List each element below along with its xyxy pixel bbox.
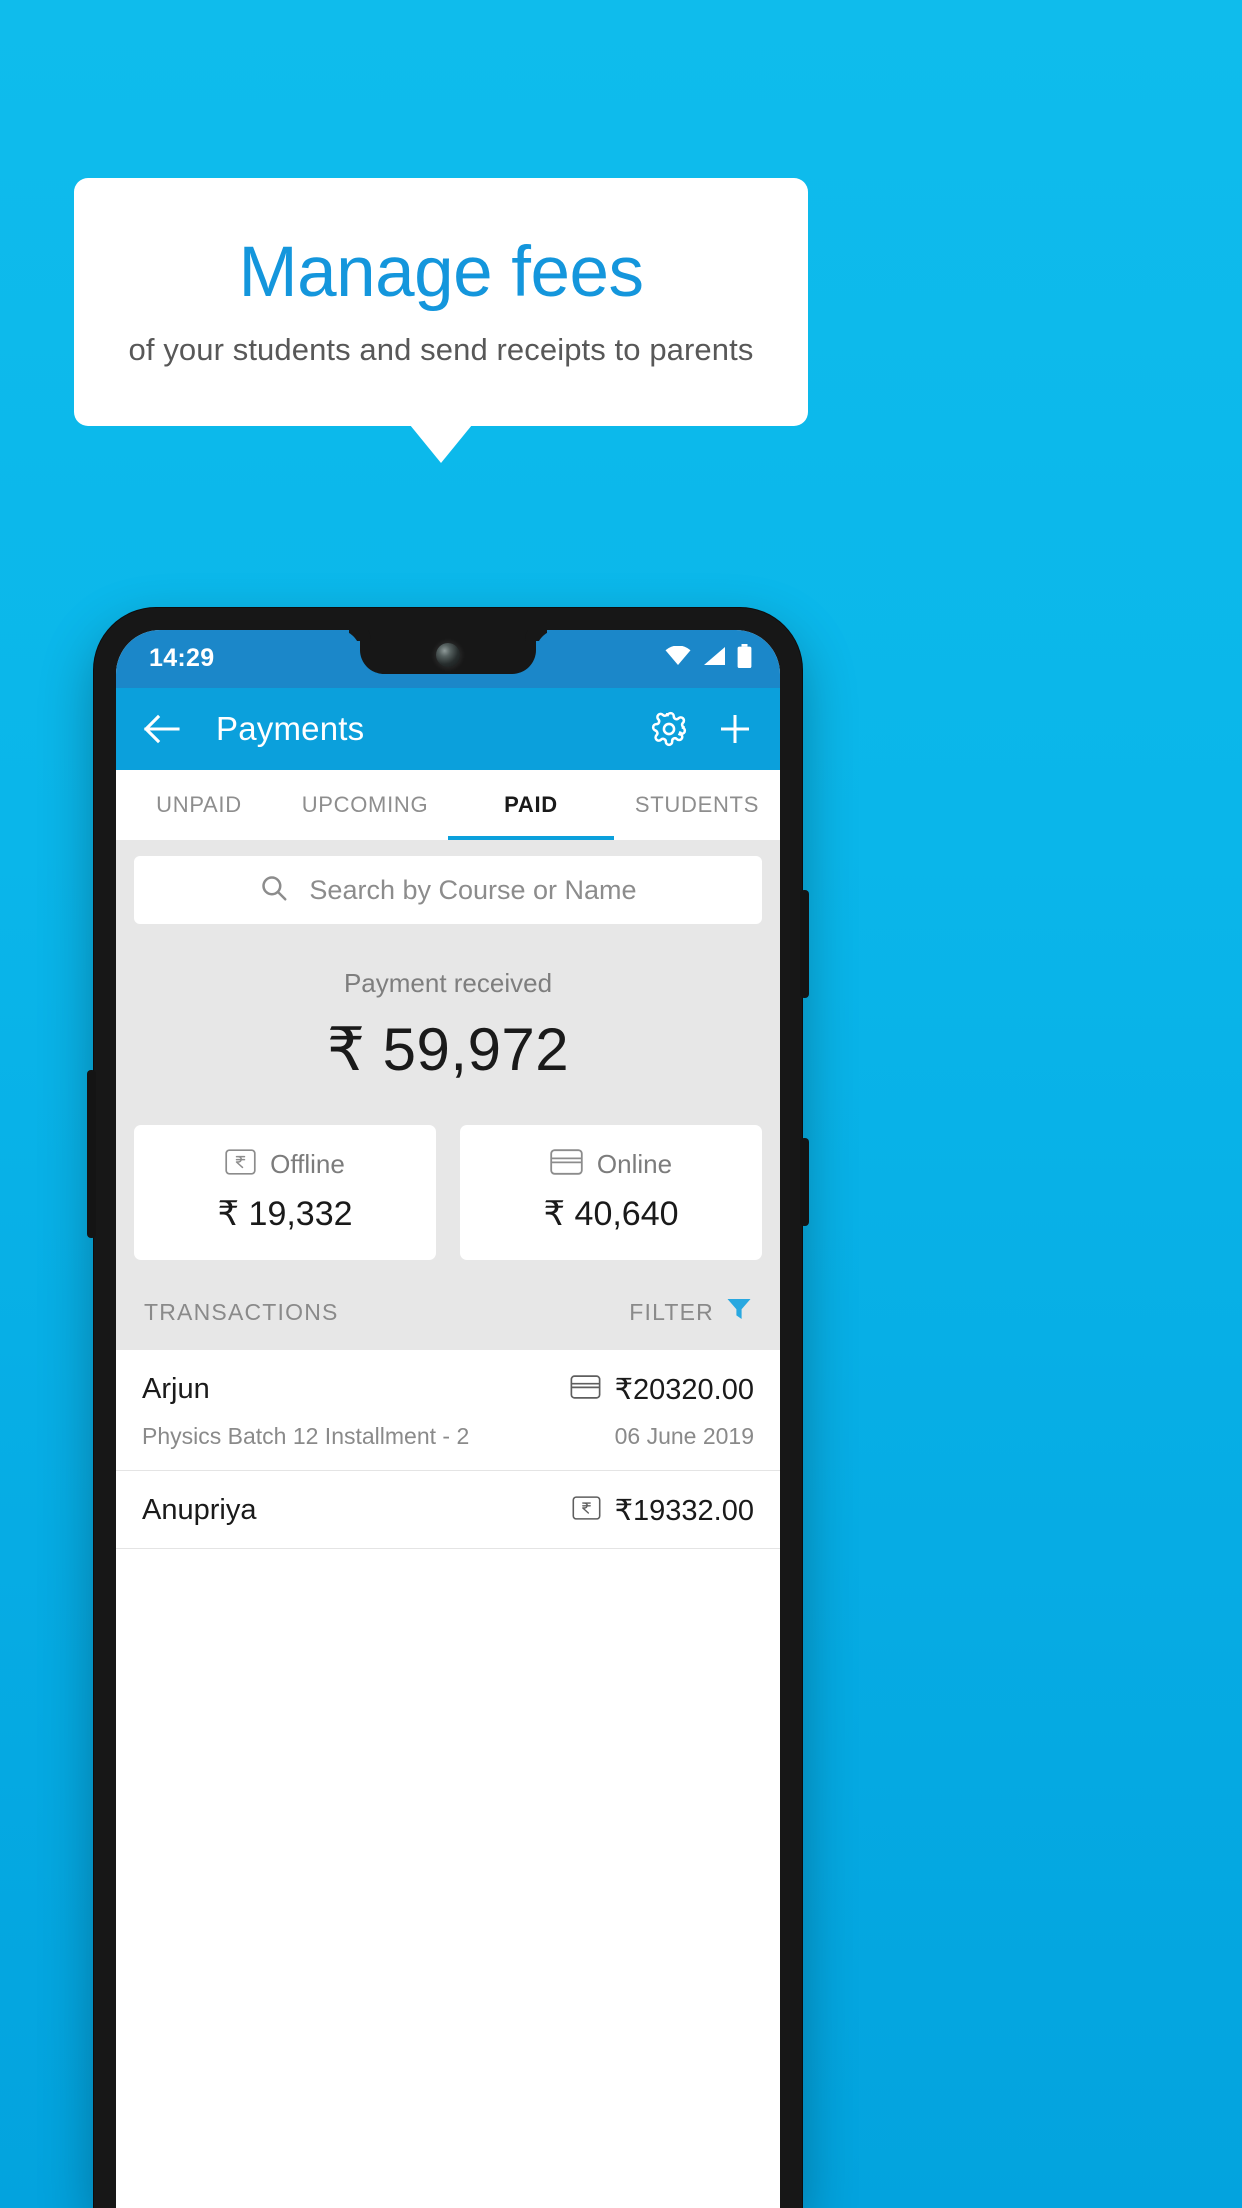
- transaction-primary-line: Anupriya ₹19332.00: [142, 1493, 754, 1528]
- payment-breakdown: Offline ₹ 19,332 Online ₹ 40,640: [116, 1085, 780, 1260]
- tab-label: UPCOMING: [301, 792, 429, 817]
- transactions-list: Arjun ₹20320.00 Physics Batch 12 Install…: [116, 1350, 780, 1549]
- status-bar: 14:29: [116, 630, 780, 688]
- offline-card[interactable]: Offline ₹ 19,332: [134, 1125, 436, 1260]
- page-subtitle: of your students and send receipts to pa…: [128, 332, 754, 368]
- tab-unpaid[interactable]: UNPAID: [116, 770, 282, 840]
- payment-received-amount: ₹ 59,972: [326, 1016, 570, 1083]
- payment-summary: Payment received ₹ 59,972: [116, 924, 780, 1085]
- transaction-amount-group: ₹19332.00: [572, 1493, 754, 1528]
- online-card[interactable]: Online ₹ 40,640: [460, 1125, 762, 1260]
- transaction-secondary-line: Physics Batch 12 Installment - 2 06 June…: [142, 1423, 754, 1450]
- phone-volume-up-button[interactable]: [800, 1138, 809, 1226]
- transactions-header: TRANSACTIONS FILTER: [116, 1260, 780, 1350]
- status-icons: [665, 644, 752, 673]
- funnel-icon: [726, 1296, 752, 1328]
- online-card-header: Online: [460, 1149, 762, 1180]
- wifi-icon: [665, 645, 691, 671]
- transaction-name: Anupriya: [142, 1494, 257, 1526]
- tab-bar: UNPAID UPCOMING PAID STUDENTS: [116, 770, 780, 840]
- app-content: Search by Course or Name Payment receive…: [116, 840, 780, 1549]
- transaction-amount: ₹20320.00: [614, 1374, 754, 1406]
- tab-label: STUDENTS: [634, 792, 760, 817]
- search-icon: [259, 873, 289, 908]
- tab-label: UNPAID: [156, 792, 242, 817]
- search-placeholder: Search by Course or Name: [309, 874, 637, 905]
- table-row[interactable]: Arjun ₹20320.00 Physics Batch 12 Install…: [116, 1350, 780, 1471]
- transaction-description: Physics Batch 12 Installment - 2: [142, 1423, 470, 1449]
- search-section: Search by Course or Name: [116, 840, 780, 924]
- back-button[interactable]: [142, 713, 180, 745]
- offline-amount: ₹ 19,332: [217, 1195, 353, 1233]
- page-title: Manage fees: [238, 232, 644, 312]
- plus-icon[interactable]: [716, 710, 754, 748]
- battery-icon: [737, 644, 752, 673]
- phone-notch: [360, 630, 536, 674]
- tab-label: PAID: [504, 792, 558, 817]
- phone-volume-down-button[interactable]: [87, 1070, 96, 1238]
- transaction-date: 06 June 2019: [614, 1423, 754, 1449]
- table-row[interactable]: Anupriya ₹19332.00: [116, 1471, 780, 1549]
- tab-students[interactable]: STUDENTS: [614, 770, 780, 840]
- rupee-note-icon: [572, 1496, 601, 1525]
- online-label: Online: [596, 1149, 673, 1179]
- front-camera-icon: [436, 643, 460, 667]
- transaction-primary-line: Arjun ₹20320.00: [142, 1372, 754, 1407]
- rupee-note-icon: [225, 1149, 256, 1180]
- gear-icon[interactable]: [650, 710, 688, 748]
- offline-card-header: Offline: [134, 1149, 436, 1180]
- phone-screen: 14:29 Payments UNPAID UPCOMING PAID STUD…: [116, 630, 780, 2208]
- app-bar: Payments: [116, 688, 780, 770]
- transaction-name: Arjun: [142, 1373, 210, 1405]
- search-input[interactable]: Search by Course or Name: [134, 856, 762, 924]
- tab-upcoming[interactable]: UPCOMING: [282, 770, 448, 840]
- offline-label: Offline: [270, 1149, 345, 1179]
- signal-icon: [702, 646, 726, 671]
- phone-device: 14:29 Payments UNPAID UPCOMING PAID STUD…: [87, 608, 809, 2208]
- filter-label: FILTER: [629, 1298, 714, 1325]
- transaction-amount-group: ₹20320.00: [570, 1372, 754, 1407]
- transaction-amount: ₹19332.00: [614, 1495, 754, 1527]
- filter-button[interactable]: FILTER: [629, 1296, 752, 1328]
- headline-card: Manage fees of your students and send re…: [74, 178, 808, 426]
- transactions-title: TRANSACTIONS: [144, 1298, 339, 1325]
- app-bar-title: Payments: [216, 710, 365, 747]
- speech-bubble-tail: [410, 425, 472, 463]
- payment-received-label: Payment received: [343, 968, 553, 998]
- online-amount: ₹ 40,640: [543, 1195, 679, 1233]
- status-time: 14:29: [149, 644, 215, 672]
- tab-paid[interactable]: PAID: [448, 770, 614, 840]
- phone-power-button[interactable]: [800, 890, 809, 998]
- credit-card-icon: [570, 1375, 601, 1404]
- credit-card-icon: [550, 1149, 583, 1180]
